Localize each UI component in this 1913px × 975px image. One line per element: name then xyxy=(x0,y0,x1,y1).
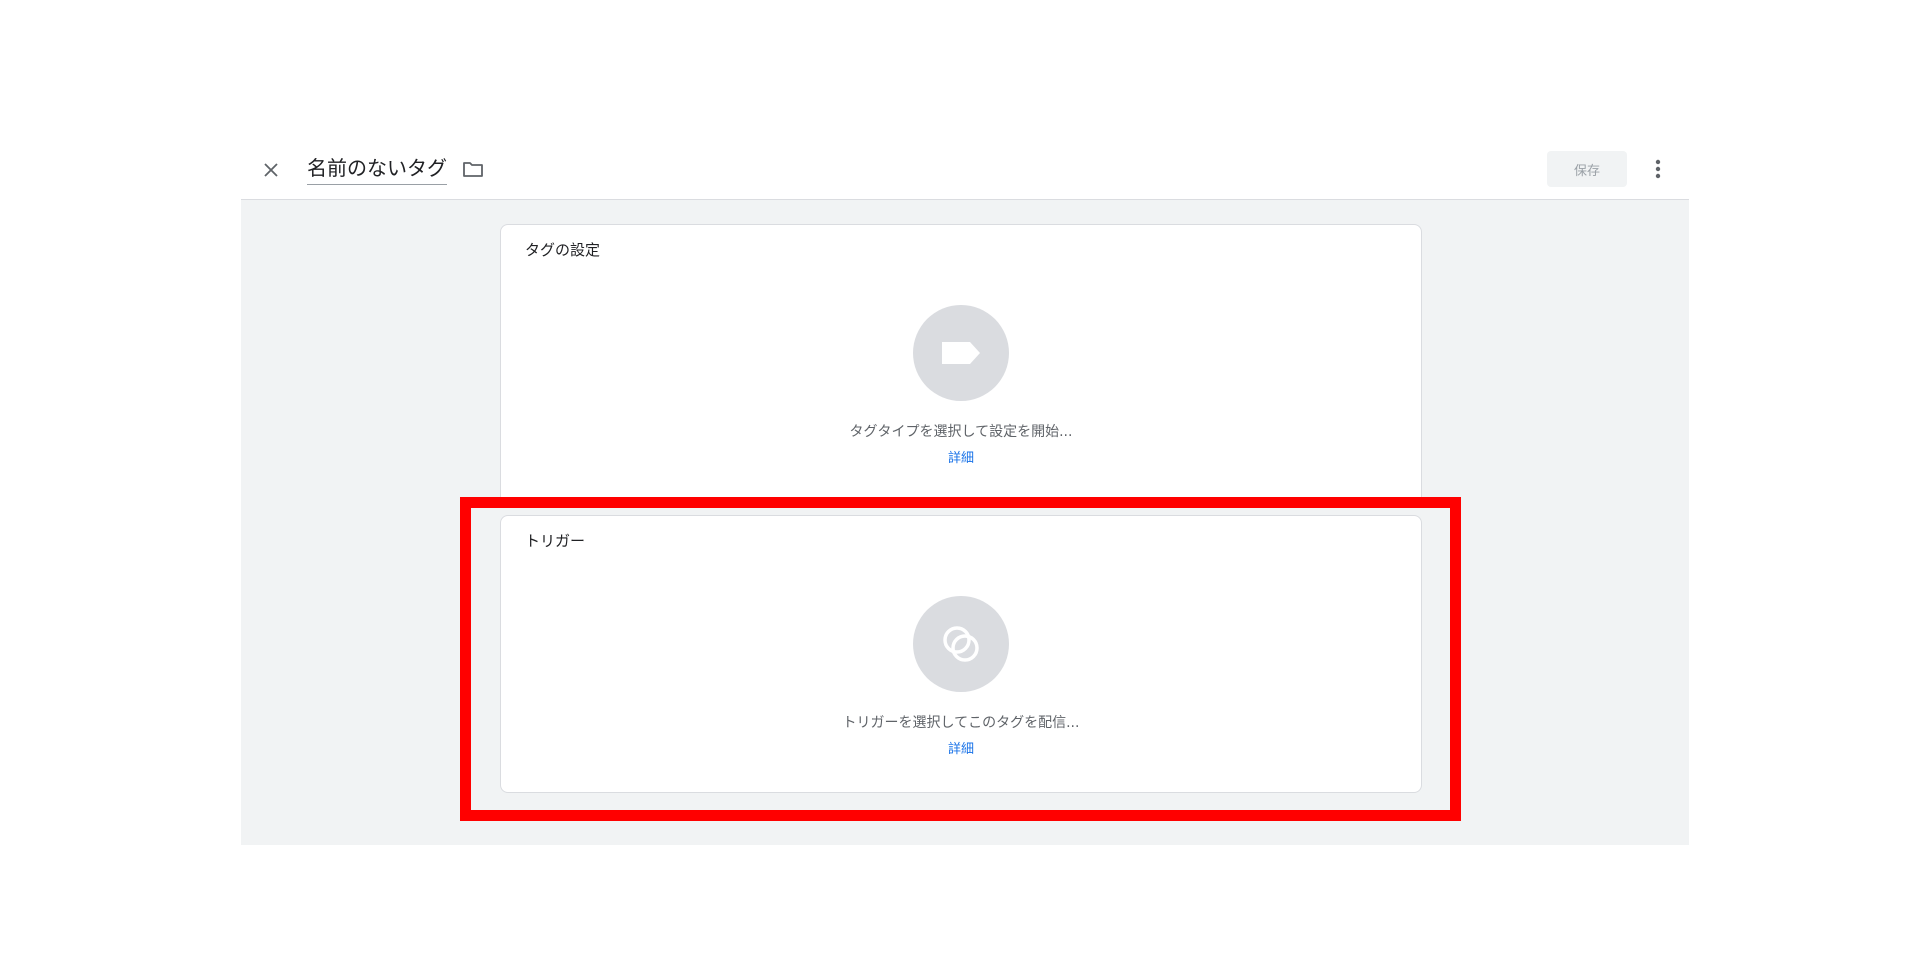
trigger-circles-icon xyxy=(943,626,979,662)
tag-editor-panel: 名前のないタグ 保存 タグの設定 タグタイプを選択して設定を開始... 詳細 ト… xyxy=(241,141,1689,845)
close-icon xyxy=(264,163,278,177)
choose-trigger-button[interactable] xyxy=(913,596,1009,692)
folder-button[interactable] xyxy=(461,157,485,181)
tag-editor-header: 名前のないタグ 保存 xyxy=(241,141,1689,200)
tag-configuration-card[interactable]: タグの設定 タグタイプを選択して設定を開始... 詳細 xyxy=(500,224,1422,508)
folder-icon xyxy=(463,162,483,177)
save-button[interactable]: 保存 xyxy=(1547,151,1627,187)
tag-configuration-learn-more-link[interactable]: 詳細 xyxy=(948,447,974,466)
tag-name-input[interactable]: 名前のないタグ xyxy=(307,155,447,185)
triggering-title: トリガー xyxy=(525,532,586,550)
tag-configuration-body: タグタイプを選択して設定を開始... 詳細 xyxy=(501,305,1421,466)
choose-tag-type-button[interactable] xyxy=(913,305,1009,401)
triggering-card[interactable]: トリガー トリガーを選択してこのタグを配信... 詳細 xyxy=(500,515,1422,793)
tag-configuration-hint: タグタイプを選択して設定を開始... xyxy=(849,424,1073,440)
more-vert-icon xyxy=(1655,159,1661,179)
triggering-hint: トリガーを選択してこのタグを配信... xyxy=(842,715,1080,731)
triggering-body: トリガーを選択してこのタグを配信... 詳細 xyxy=(501,596,1421,757)
tag-label-icon xyxy=(942,342,980,364)
more-options-button[interactable] xyxy=(1643,154,1673,184)
tag-configuration-title: タグの設定 xyxy=(525,241,601,259)
close-button[interactable] xyxy=(259,158,283,182)
triggering-learn-more-link[interactable]: 詳細 xyxy=(948,738,974,757)
